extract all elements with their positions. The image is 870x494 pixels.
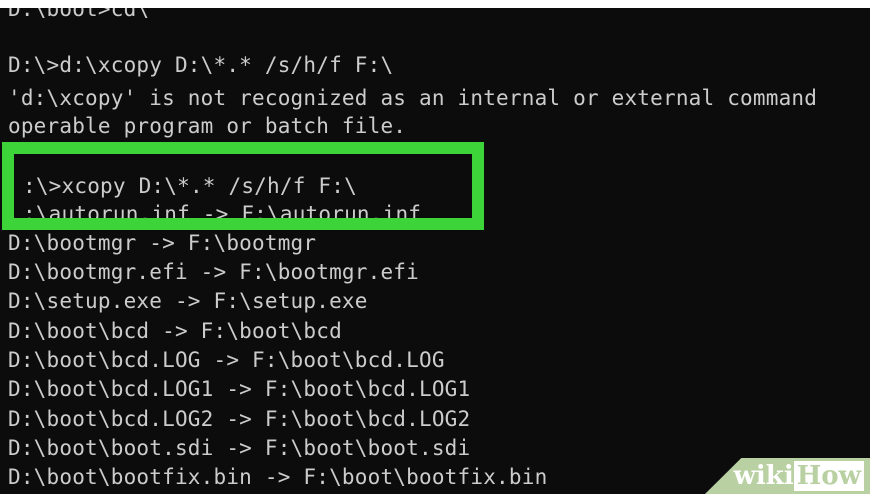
console-line: D:\boot>cd\ bbox=[8, 8, 150, 21]
console-line: D:\boot\bcd.LOG1 -> F:\boot\bcd.LOG1 bbox=[8, 377, 471, 401]
console-line: D:\setup.exe -> F:\setup.exe bbox=[8, 289, 368, 313]
console-line: D:\boot\boot.sdi -> F:\boot\boot.sdi bbox=[8, 436, 471, 460]
watermark-logo: wiki How bbox=[734, 461, 864, 491]
console-line: D:\>d:\xcopy D:\*.* /s/h/f F:\ bbox=[8, 53, 394, 77]
console-line: D:\bootmgr -> F:\bootmgr bbox=[8, 231, 317, 255]
console-line: D:\boot\bcd.LOG2 -> F:\boot\bcd.LOG2 bbox=[8, 407, 471, 431]
console-window[interactable]: D:\boot>cd\ D:\>d:\xcopy D:\*.* /s/h/f F… bbox=[0, 8, 870, 494]
console-line: D:\boot\bcd.LOG -> F:\boot\bcd.LOG bbox=[8, 348, 445, 372]
console-line: D:\boot\bcd -> F:\boot\bcd bbox=[8, 319, 342, 343]
console-line: D:\bootmgr.efi -> F:\bootmgr.efi bbox=[8, 260, 419, 284]
watermark-part-1: wiki bbox=[733, 461, 794, 491]
watermark-part-2: How bbox=[793, 461, 864, 491]
console-line: operable program or batch file. bbox=[8, 114, 407, 138]
highlight-box bbox=[2, 142, 484, 230]
console-line: 'd:\xcopy' is not recognized as an inter… bbox=[8, 86, 818, 110]
console-line: D:\boot\bootfix.bin -> F:\boot\bootfix.b… bbox=[8, 465, 548, 489]
